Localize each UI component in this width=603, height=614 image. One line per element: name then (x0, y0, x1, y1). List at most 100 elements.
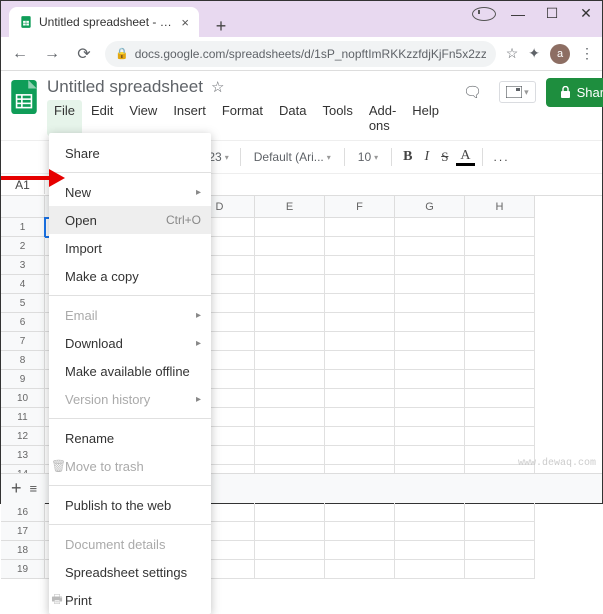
cell[interactable] (465, 218, 535, 237)
italic-button[interactable]: I (421, 149, 434, 165)
cell[interactable] (255, 275, 325, 294)
column-header[interactable]: G (395, 196, 465, 218)
font-family-select[interactable]: Default (Ari... (248, 150, 337, 164)
cell[interactable] (255, 237, 325, 256)
cell[interactable] (255, 408, 325, 427)
cell[interactable] (465, 503, 535, 522)
cell[interactable] (465, 370, 535, 389)
cell[interactable] (325, 237, 395, 256)
cell[interactable] (255, 332, 325, 351)
row-header[interactable]: 9 (1, 370, 45, 389)
cell[interactable] (395, 408, 465, 427)
browser-tab[interactable]: Untitled spreadsheet - Google S × (9, 7, 199, 37)
forward-icon[interactable]: → (41, 45, 63, 63)
row-header[interactable]: 1 (1, 218, 45, 237)
menu-addons[interactable]: Add-ons (362, 100, 403, 136)
cell[interactable] (255, 503, 325, 522)
cell[interactable] (395, 427, 465, 446)
cell[interactable] (465, 560, 535, 579)
new-tab-button[interactable]: + (207, 16, 235, 37)
font-size-select[interactable]: 10 (352, 150, 384, 164)
cell[interactable] (325, 389, 395, 408)
row-header[interactable]: 3 (1, 256, 45, 275)
cell[interactable] (395, 541, 465, 560)
cell[interactable] (465, 389, 535, 408)
maximize-icon[interactable]: ☐ (540, 5, 564, 22)
menu-new[interactable]: New (49, 178, 211, 206)
menu-make-copy[interactable]: Make a copy (49, 262, 211, 290)
cell[interactable] (255, 256, 325, 275)
cell[interactable] (325, 218, 395, 237)
add-sheet-button[interactable]: + (11, 478, 22, 499)
menu-data[interactable]: Data (272, 100, 313, 136)
cell[interactable] (395, 275, 465, 294)
cell[interactable] (465, 427, 535, 446)
menu-print[interactable]: 🖶Print (49, 586, 211, 614)
row-header[interactable]: 5 (1, 294, 45, 313)
cell[interactable] (465, 351, 535, 370)
cell[interactable] (465, 256, 535, 275)
menu-email[interactable]: Email (49, 301, 211, 329)
cell[interactable] (395, 503, 465, 522)
menu-import[interactable]: Import (49, 234, 211, 262)
row-header[interactable]: 2 (1, 237, 45, 256)
row-header[interactable]: 16 (1, 503, 45, 522)
cell[interactable] (255, 389, 325, 408)
cell[interactable] (395, 237, 465, 256)
row-header[interactable]: 13 (1, 446, 45, 465)
cell[interactable] (255, 351, 325, 370)
menu-help[interactable]: Help (405, 100, 446, 136)
cell[interactable] (255, 522, 325, 541)
cell[interactable] (325, 408, 395, 427)
row-header[interactable]: 7 (1, 332, 45, 351)
cell[interactable] (255, 313, 325, 332)
browser-menu-icon[interactable]: ⋮ (580, 45, 594, 62)
url-field[interactable]: 🔒 docs.google.com/spreadsheets/d/1sP_nop… (105, 41, 496, 67)
close-window-icon[interactable]: ✕ (574, 5, 598, 22)
cell[interactable] (255, 370, 325, 389)
row-header[interactable]: 8 (1, 351, 45, 370)
cell[interactable] (325, 427, 395, 446)
strike-button[interactable]: S (437, 149, 452, 165)
more-toolbar-button[interactable]: ... (490, 150, 514, 164)
row-header[interactable]: 11 (1, 408, 45, 427)
star-bookmark-icon[interactable]: ☆ (506, 45, 519, 62)
cell[interactable] (325, 313, 395, 332)
cell[interactable] (325, 503, 395, 522)
all-sheets-button[interactable]: ≡ (30, 481, 38, 496)
row-header[interactable]: 12 (1, 427, 45, 446)
comments-icon[interactable]: 🗨 (456, 78, 489, 106)
menu-file[interactable]: File (47, 100, 82, 136)
text-color-button[interactable]: A (456, 149, 474, 166)
cell[interactable] (255, 560, 325, 579)
row-header[interactable]: 17 (1, 522, 45, 541)
profile-avatar[interactable]: a (550, 44, 570, 64)
cell[interactable] (465, 332, 535, 351)
column-header[interactable]: H (465, 196, 535, 218)
cell[interactable] (465, 541, 535, 560)
cell[interactable] (395, 256, 465, 275)
star-icon[interactable]: ☆ (211, 78, 224, 96)
cell[interactable] (465, 275, 535, 294)
cell[interactable] (465, 237, 535, 256)
menu-rename[interactable]: Rename (49, 424, 211, 452)
menu-insert[interactable]: Insert (166, 100, 213, 136)
cell[interactable] (325, 351, 395, 370)
account-icon[interactable] (472, 7, 496, 21)
close-tab-icon[interactable]: × (181, 15, 189, 30)
cell[interactable] (325, 332, 395, 351)
cell[interactable] (465, 313, 535, 332)
select-all-corner[interactable] (1, 196, 45, 218)
cell[interactable] (465, 408, 535, 427)
cell[interactable] (395, 522, 465, 541)
cell[interactable] (325, 294, 395, 313)
cell[interactable] (465, 522, 535, 541)
cell[interactable] (325, 541, 395, 560)
present-button[interactable]: ▾ (499, 81, 536, 103)
menu-tools[interactable]: Tools (315, 100, 359, 136)
extensions-icon[interactable]: ✦ (528, 45, 540, 62)
cell[interactable] (255, 294, 325, 313)
bold-button[interactable]: B (399, 149, 416, 165)
row-header[interactable]: 6 (1, 313, 45, 332)
minimize-icon[interactable]: — (506, 6, 530, 22)
